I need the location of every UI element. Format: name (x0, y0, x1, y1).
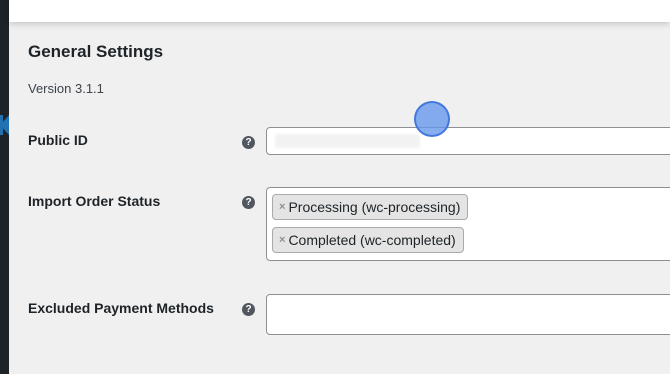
selected-status-chip: × Completed (wc-completed) (272, 227, 464, 253)
import-order-status-select[interactable]: × Processing (wc-processing) × Completed… (266, 187, 670, 261)
top-panel (9, 0, 670, 22)
question-circle-icon[interactable]: ? (242, 196, 255, 209)
selected-status-chip: × Processing (wc-processing) (272, 194, 469, 220)
excluded-payment-methods-label: Excluded Payment Methods (28, 300, 214, 316)
plugin-version: Version 3.1.1 (28, 81, 104, 96)
section-title: General Settings (28, 42, 164, 61)
remove-icon[interactable]: × (279, 234, 285, 246)
redacted-value (275, 134, 420, 148)
excluded-payment-methods-input[interactable] (266, 294, 670, 335)
public-id-input[interactable] (266, 127, 670, 155)
question-circle-icon[interactable]: ? (242, 136, 255, 149)
import-order-status-label: Import Order Status (28, 193, 161, 209)
public-id-label: Public ID (28, 132, 88, 148)
remove-icon[interactable]: × (279, 201, 285, 213)
chip-label: Completed (wc-completed) (288, 232, 456, 248)
admin-sidebar-edge (0, 0, 9, 374)
question-circle-icon[interactable]: ? (242, 303, 255, 316)
chip-label: Processing (wc-processing) (288, 199, 461, 215)
cursor-highlight (414, 101, 450, 137)
settings-panel: General Settings Version 3.1.1 Public ID… (9, 22, 670, 374)
active-menu-pointer-icon (0, 115, 9, 135)
